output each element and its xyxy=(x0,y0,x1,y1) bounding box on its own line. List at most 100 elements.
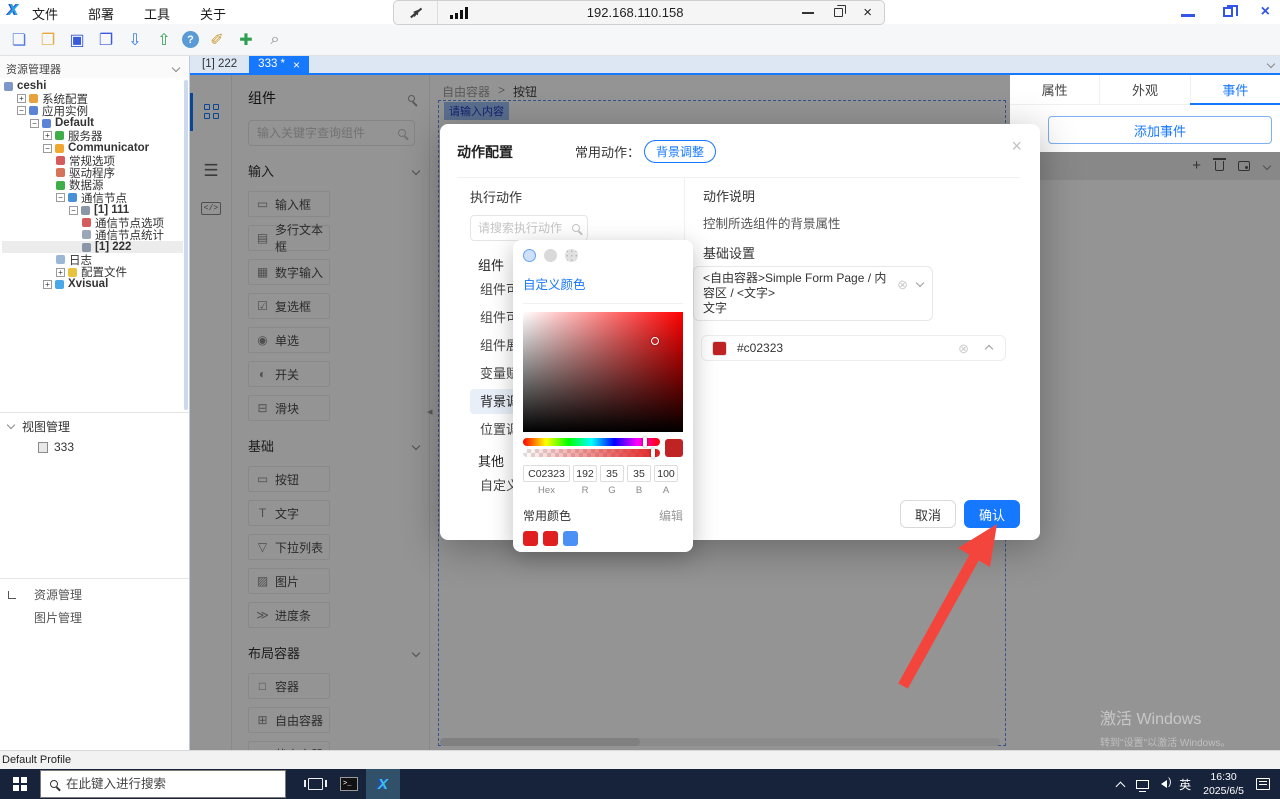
task-view-button[interactable] xyxy=(298,769,332,799)
volume-icon[interactable] xyxy=(1161,777,1171,788)
tab-close-icon[interactable]: × xyxy=(293,59,300,71)
add-event-button[interactable]: 添加事件 xyxy=(1048,116,1272,144)
tree-item-数据源[interactable]: 数据源 xyxy=(2,179,183,192)
confirm-button[interactable]: 确认 xyxy=(963,500,1020,528)
remote-minimize-icon[interactable] xyxy=(802,11,815,14)
target-component-select[interactable]: <自由容器>Simple Form Page / 内容区 / <文字> 文字 ⊗ xyxy=(693,266,933,321)
menu-item-关于[interactable]: 关于 xyxy=(200,4,226,23)
blue-input[interactable] xyxy=(627,465,651,482)
collapse-icon[interactable]: − xyxy=(69,205,78,215)
resource-manager-header[interactable]: 资源管理 xyxy=(0,586,189,603)
green-input[interactable] xyxy=(600,465,624,482)
common-swatch[interactable] xyxy=(543,531,558,546)
cancel-button[interactable]: 取消 xyxy=(899,500,956,528)
menu-item-工具[interactable]: 工具 xyxy=(144,4,170,23)
taskbar-clock[interactable]: 16:30 2025/6/5 xyxy=(1203,770,1244,798)
collapse-icon[interactable]: − xyxy=(17,106,26,116)
collapse-icon[interactable]: − xyxy=(43,143,52,153)
export-icon[interactable]: ⇧ xyxy=(153,29,175,51)
action-search[interactable] xyxy=(470,215,588,241)
red-input[interactable] xyxy=(573,465,597,482)
tree-item-系统配置[interactable]: + 系统配置 xyxy=(2,92,183,105)
import-icon[interactable]: ⇩ xyxy=(124,29,146,51)
alpha-handle[interactable] xyxy=(651,448,655,458)
tree-item-应用实例[interactable]: − 应用实例 xyxy=(2,105,183,117)
tree-item-常规选项[interactable]: 常规选项 xyxy=(2,154,183,167)
tree-item-Default[interactable]: − Default xyxy=(2,117,183,129)
tree-item-日志[interactable]: 日志 xyxy=(2,253,183,266)
explorer-header[interactable]: 资源管理器 xyxy=(0,56,189,78)
hex-input[interactable] xyxy=(523,465,570,482)
dialog-close-icon[interactable]: × xyxy=(1011,137,1022,155)
editor-tab-333*[interactable]: 333 * × xyxy=(249,56,310,73)
open-folder-icon[interactable]: ❐ xyxy=(37,29,59,51)
wand-icon[interactable]: ⌕ xyxy=(264,29,286,51)
window-restore-icon[interactable] xyxy=(1222,5,1238,17)
background-color-field[interactable]: #c02323 ⊗ xyxy=(701,335,1006,361)
tab-事件[interactable]: 事件 xyxy=(1189,75,1280,104)
image-manager-item[interactable]: 图片管理 xyxy=(0,609,189,626)
expand-icon[interactable]: + xyxy=(17,94,26,104)
app-taskbar-button[interactable]: X xyxy=(366,769,400,799)
tree-item-服务器[interactable]: + 服务器 xyxy=(2,130,183,142)
new-file-icon[interactable]: ❏ xyxy=(8,29,30,51)
expand-icon[interactable]: + xyxy=(43,131,52,141)
menu-item-文件[interactable]: 文件 xyxy=(32,4,58,23)
sidebar-scrollbar[interactable] xyxy=(184,80,188,410)
hue-handle[interactable] xyxy=(643,437,647,447)
alpha-input[interactable] xyxy=(654,465,678,482)
menu-item-部署[interactable]: 部署 xyxy=(88,4,114,23)
clear-icon[interactable]: ⊗ xyxy=(958,342,969,355)
unpin-button[interactable] xyxy=(394,1,438,24)
network-icon[interactable] xyxy=(1136,780,1150,792)
saturation-cursor[interactable] xyxy=(651,337,659,345)
gradient-color-mode[interactable] xyxy=(544,249,557,262)
notification-center-icon[interactable] xyxy=(1256,778,1270,790)
solid-color-mode[interactable] xyxy=(523,249,536,262)
tab-属性[interactable]: 属性 xyxy=(1010,75,1099,104)
input-language-indicator[interactable]: 英 xyxy=(1179,776,1191,793)
tree-item-配置文件[interactable]: + 配置文件 xyxy=(2,266,183,278)
hue-slider[interactable] xyxy=(523,437,661,447)
bg-adjust-badge[interactable]: 背景调整 xyxy=(644,140,717,163)
terminal-taskbar-button[interactable]: >_ xyxy=(332,769,366,799)
tree-item-通信节点统计[interactable]: 通信节点统计 xyxy=(2,229,183,241)
remote-restore-icon[interactable] xyxy=(834,5,847,17)
help-icon[interactable]: ? xyxy=(182,31,199,48)
start-button[interactable] xyxy=(0,769,40,799)
collapse-icon[interactable]: − xyxy=(56,193,65,203)
tree-item-通信节点[interactable]: − 通信节点 xyxy=(2,192,183,204)
window-close-icon[interactable]: × xyxy=(1261,4,1270,20)
taskbar-search-input[interactable] xyxy=(66,777,276,791)
common-swatch[interactable] xyxy=(563,531,578,546)
action-search-input[interactable] xyxy=(478,221,567,235)
tree-item-[1] 111[interactable]: − [1] 111 xyxy=(2,204,183,216)
tree-item-ceshi[interactable]: ceshi xyxy=(2,80,183,92)
pattern-color-mode[interactable] xyxy=(565,249,578,262)
taskbar-search[interactable] xyxy=(40,770,286,798)
save-all-icon[interactable]: ❐ xyxy=(95,29,117,51)
tree-item-通信节点选项[interactable]: 通信节点选项 xyxy=(2,216,183,229)
tree-item-Xvisual[interactable]: + Xvisual xyxy=(2,278,183,290)
common-swatch[interactable] xyxy=(523,531,538,546)
editor-tab-[1]222[interactable]: [1] 222 xyxy=(190,56,249,73)
alpha-slider[interactable] xyxy=(523,448,661,458)
save-icon[interactable]: ▣ xyxy=(66,29,88,51)
tab-外观[interactable]: 外观 xyxy=(1099,75,1189,104)
custom-color-link[interactable]: 自定义颜色 xyxy=(523,274,683,293)
remote-close-icon[interactable]: × xyxy=(863,5,872,20)
tree-item-驱动程序[interactable]: 驱动程序 xyxy=(2,167,183,179)
tray-expand-icon[interactable] xyxy=(1115,781,1126,791)
edit-plus-icon[interactable]: ✐ xyxy=(206,29,228,51)
saturation-area[interactable] xyxy=(523,312,683,432)
add-item-icon[interactable]: ✚ xyxy=(235,29,257,51)
view-manager-header[interactable]: 视图管理 xyxy=(0,418,189,435)
tree-item-Communicator[interactable]: − Communicator xyxy=(2,142,183,154)
expand-icon[interactable]: + xyxy=(56,267,65,277)
view-item-333[interactable]: 333 xyxy=(0,440,189,454)
tree-item-[1] 222[interactable]: [1] 222 xyxy=(2,241,183,254)
window-minimize-icon[interactable] xyxy=(1180,13,1195,17)
edit-colors-link[interactable]: 编辑 xyxy=(659,507,683,524)
collapse-icon[interactable]: − xyxy=(30,118,39,128)
clear-icon[interactable]: ⊗ xyxy=(897,278,908,291)
